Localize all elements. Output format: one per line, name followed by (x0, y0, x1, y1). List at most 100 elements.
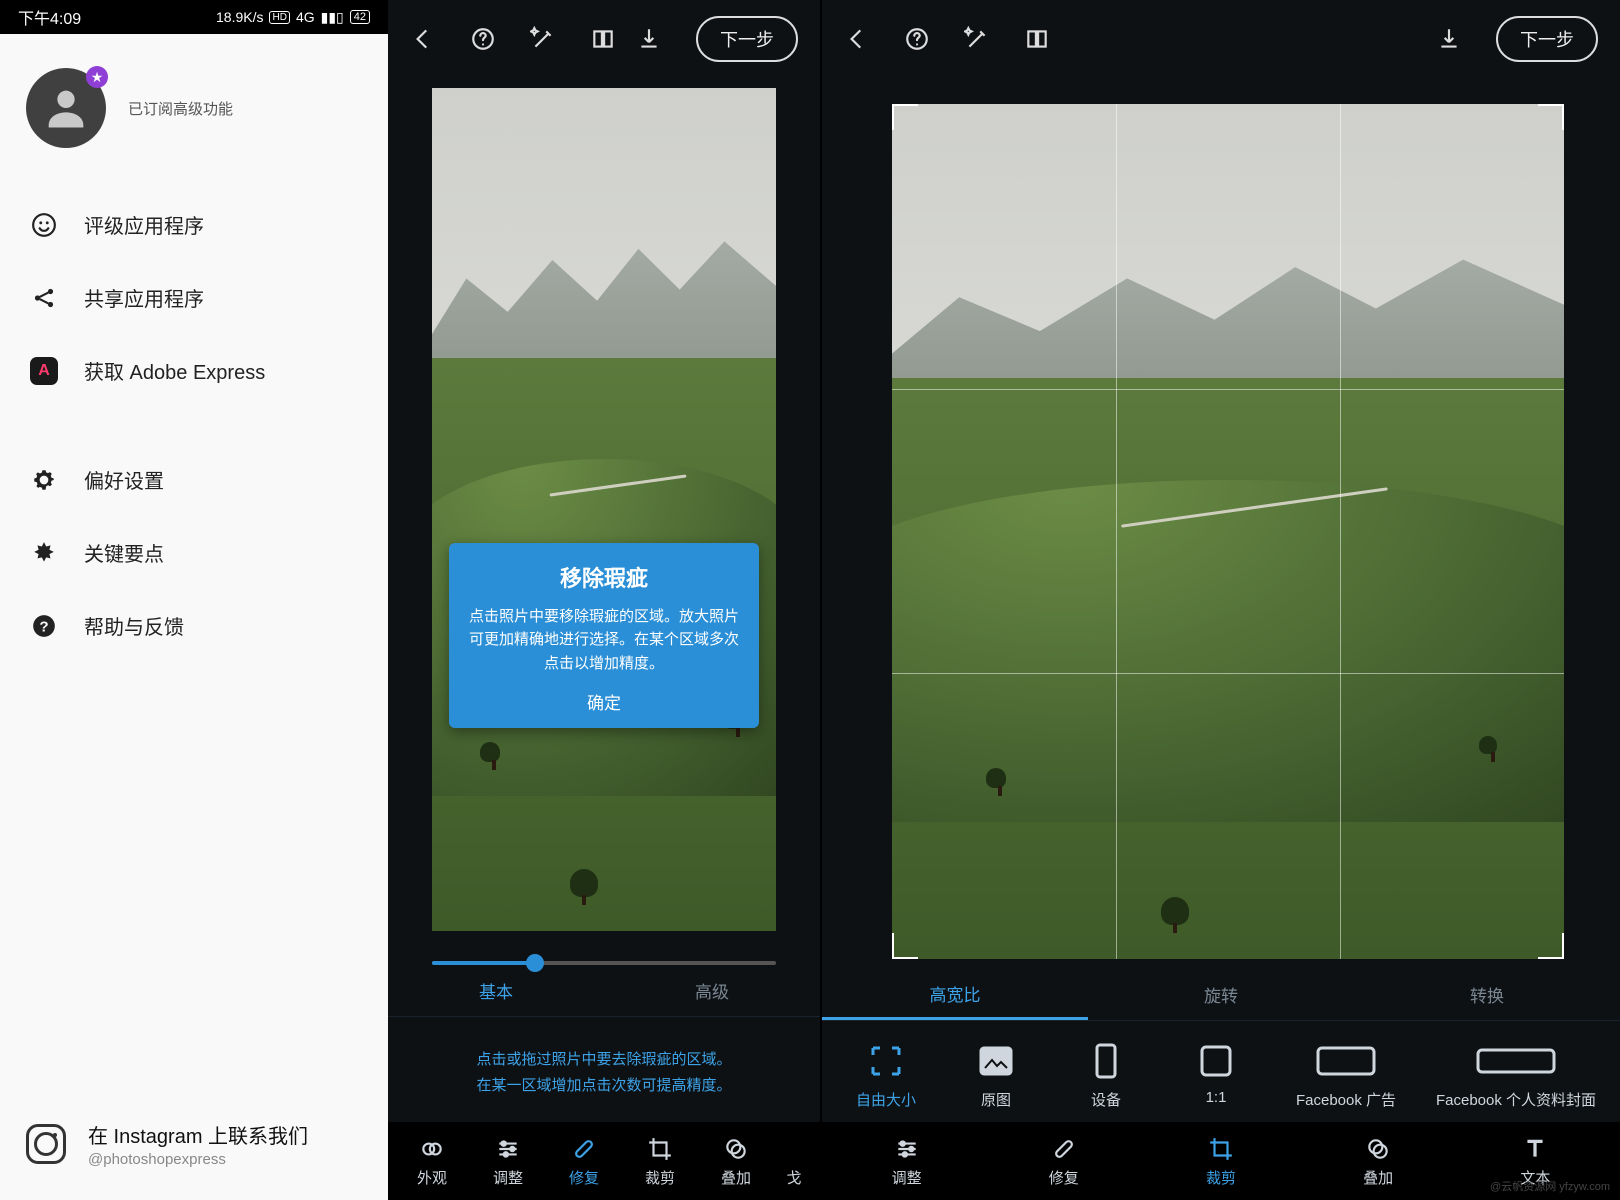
tool-crop[interactable]: 裁剪 (1183, 1135, 1259, 1188)
crop-icon (646, 1135, 674, 1163)
preset-fb-cover[interactable]: Facebook 个人资料封面 (1426, 1043, 1606, 1110)
tool-overlay[interactable]: 叠加 (698, 1135, 774, 1188)
fb-cover-icon (1476, 1043, 1556, 1079)
tooltip-title: 移除瑕疵 (469, 561, 739, 593)
profile-section[interactable]: ★ 已订阅高级功能 (0, 34, 388, 188)
crop-canvas[interactable] (822, 78, 1620, 969)
premium-star-badge: ★ (86, 66, 108, 88)
heal-canvas[interactable]: 移除瑕疵 点击照片中要移除瑕疵的区域。放大照片可更加精确地进行选择。在某个区域多… (388, 78, 820, 951)
tab-transform[interactable]: 转换 (1354, 969, 1620, 1020)
brush-size-slider-row (388, 951, 820, 965)
menu-preferences[interactable]: 偏好设置 (0, 443, 388, 516)
menu-divider (0, 407, 388, 443)
compare-icon[interactable] (1024, 26, 1050, 52)
settings-sidebar: 下午4:09 18.9K/s HD 4G ▮▮▯ 42 ★ 已订阅高级功能 评级… (0, 0, 388, 1200)
magic-wand-icon[interactable] (964, 26, 990, 52)
editor-heal-panel: 下一步 移除瑕疵 点击照片中要移除瑕疵的区域。放大照片可更加精确地进行选择。在某… (388, 0, 822, 1200)
crop-handle-tr[interactable] (1538, 104, 1564, 130)
tool-heal[interactable]: 修复 (546, 1135, 622, 1188)
menu-list: 评级应用程序 共享应用程序 A 获取 Adobe Express 偏好设置 关键… (0, 188, 388, 1101)
help-icon[interactable] (470, 26, 496, 52)
tooltip-body: 点击照片中要移除瑕疵的区域。放大照片可更加精确地进行选择。在某个区域多次点击以增… (469, 605, 739, 675)
tab-rotate[interactable]: 旋转 (1088, 969, 1354, 1020)
status-speed: 18.9K/s (216, 9, 263, 25)
heal-tooltip: 移除瑕疵 点击照片中要移除瑕疵的区域。放大照片可更加精确地进行选择。在某个区域多… (449, 543, 759, 728)
brush-size-slider[interactable] (432, 961, 776, 965)
share-icon (30, 284, 58, 312)
bottom-tools-heal: 外观 调整 修复 裁剪 叠加 戈 (388, 1122, 820, 1200)
magic-wand-icon[interactable] (530, 26, 556, 52)
editor-crop-panel: 下一步 高宽比 旋转 转换 自由 (822, 0, 1620, 1200)
preset-device[interactable]: 设备 (1056, 1043, 1156, 1110)
text-icon (1521, 1135, 1549, 1163)
menu-key-points[interactable]: 关键要点 (0, 516, 388, 589)
preset-1-1[interactable]: 1:1 (1166, 1043, 1266, 1106)
tooltip-ok-button[interactable]: 确定 (469, 689, 739, 714)
compare-icon[interactable] (590, 26, 616, 52)
next-button[interactable]: 下一步 (1496, 16, 1598, 62)
menu-rate-app[interactable]: 评级应用程序 (0, 188, 388, 261)
menu-help-feedback[interactable]: ? 帮助与反馈 (0, 589, 388, 662)
tool-heal[interactable]: 修复 (1026, 1135, 1102, 1188)
tool-crop[interactable]: 裁剪 (622, 1135, 698, 1188)
adobe-express-icon: A (30, 357, 58, 385)
back-icon[interactable] (844, 26, 870, 52)
question-circle-icon: ? (30, 612, 58, 640)
next-button[interactable]: 下一步 (696, 16, 798, 62)
menu-label: 帮助与反馈 (84, 611, 184, 640)
bandaid-icon (1050, 1135, 1078, 1163)
slider-knob[interactable] (526, 954, 544, 972)
tab-advanced[interactable]: 高级 (604, 965, 820, 1016)
download-icon[interactable] (1436, 26, 1462, 52)
watermark: @云帆资源网 yfzyw.com (1490, 1178, 1610, 1194)
back-icon[interactable] (410, 26, 436, 52)
tool-overlay[interactable]: 叠加 (1340, 1135, 1416, 1188)
preset-original[interactable]: 原图 (946, 1043, 1046, 1110)
edited-image[interactable]: 移除瑕疵 点击照片中要移除瑕疵的区域。放大照片可更加精确地进行选择。在某个区域多… (432, 88, 776, 931)
tool-adjust[interactable]: 调整 (869, 1135, 945, 1188)
menu-label: 评级应用程序 (84, 210, 204, 239)
hint-line2: 在某一区域增加点击次数可提高精度。 (408, 1073, 800, 1099)
tab-basic[interactable]: 基本 (388, 965, 604, 1016)
bandaid-icon (570, 1135, 598, 1163)
crop-handle-tl[interactable] (892, 104, 918, 130)
look-icon (418, 1135, 446, 1163)
smiley-icon (30, 211, 58, 239)
status-bar: 下午4:09 18.9K/s HD 4G ▮▮▯ 42 (0, 0, 388, 34)
gear-icon (30, 466, 58, 494)
tool-partial[interactable]: 戈 (774, 1135, 814, 1188)
device-icon (1095, 1043, 1117, 1079)
instagram-icon (26, 1124, 66, 1164)
tab-aspect-ratio[interactable]: 高宽比 (822, 969, 1088, 1020)
more-icon (780, 1135, 808, 1163)
instagram-handle: @photoshopexpress (88, 1151, 308, 1168)
heal-mode-tabs: 基本 高级 (388, 965, 820, 1017)
instagram-title: 在 Instagram 上联系我们 (88, 1120, 308, 1149)
status-net: 4G (296, 9, 315, 25)
preset-fb-ad[interactable]: Facebook 广告 (1276, 1043, 1416, 1110)
tool-adjust[interactable]: 调整 (470, 1135, 546, 1188)
instagram-link[interactable]: 在 Instagram 上联系我们 @photoshopexpress (0, 1101, 388, 1200)
menu-label: 共享应用程序 (84, 283, 204, 312)
menu-share-app[interactable]: 共享应用程序 (0, 261, 388, 334)
fb-ad-icon (1316, 1043, 1376, 1079)
signal-icon: ▮▮▯ (321, 9, 344, 26)
menu-label: 获取 Adobe Express (84, 356, 265, 385)
crop-grid-overlay[interactable] (892, 104, 1564, 959)
landscape-photo (432, 88, 776, 931)
square-icon (1200, 1043, 1232, 1079)
preset-free[interactable]: 自由大小 (836, 1043, 936, 1110)
crop-image[interactable] (892, 104, 1564, 959)
menu-adobe-express[interactable]: A 获取 Adobe Express (0, 334, 388, 407)
help-icon[interactable] (904, 26, 930, 52)
burst-icon (30, 539, 58, 567)
download-icon[interactable] (636, 26, 662, 52)
status-time: 下午4:09 (18, 5, 81, 29)
overlay-icon (1364, 1135, 1392, 1163)
menu-label: 偏好设置 (84, 465, 164, 494)
crop-handle-br[interactable] (1538, 933, 1564, 959)
overlay-icon (722, 1135, 750, 1163)
crop-handle-bl[interactable] (892, 933, 918, 959)
crop-mode-tabs: 高宽比 旋转 转换 (822, 969, 1620, 1021)
tool-look[interactable]: 外观 (394, 1135, 470, 1188)
